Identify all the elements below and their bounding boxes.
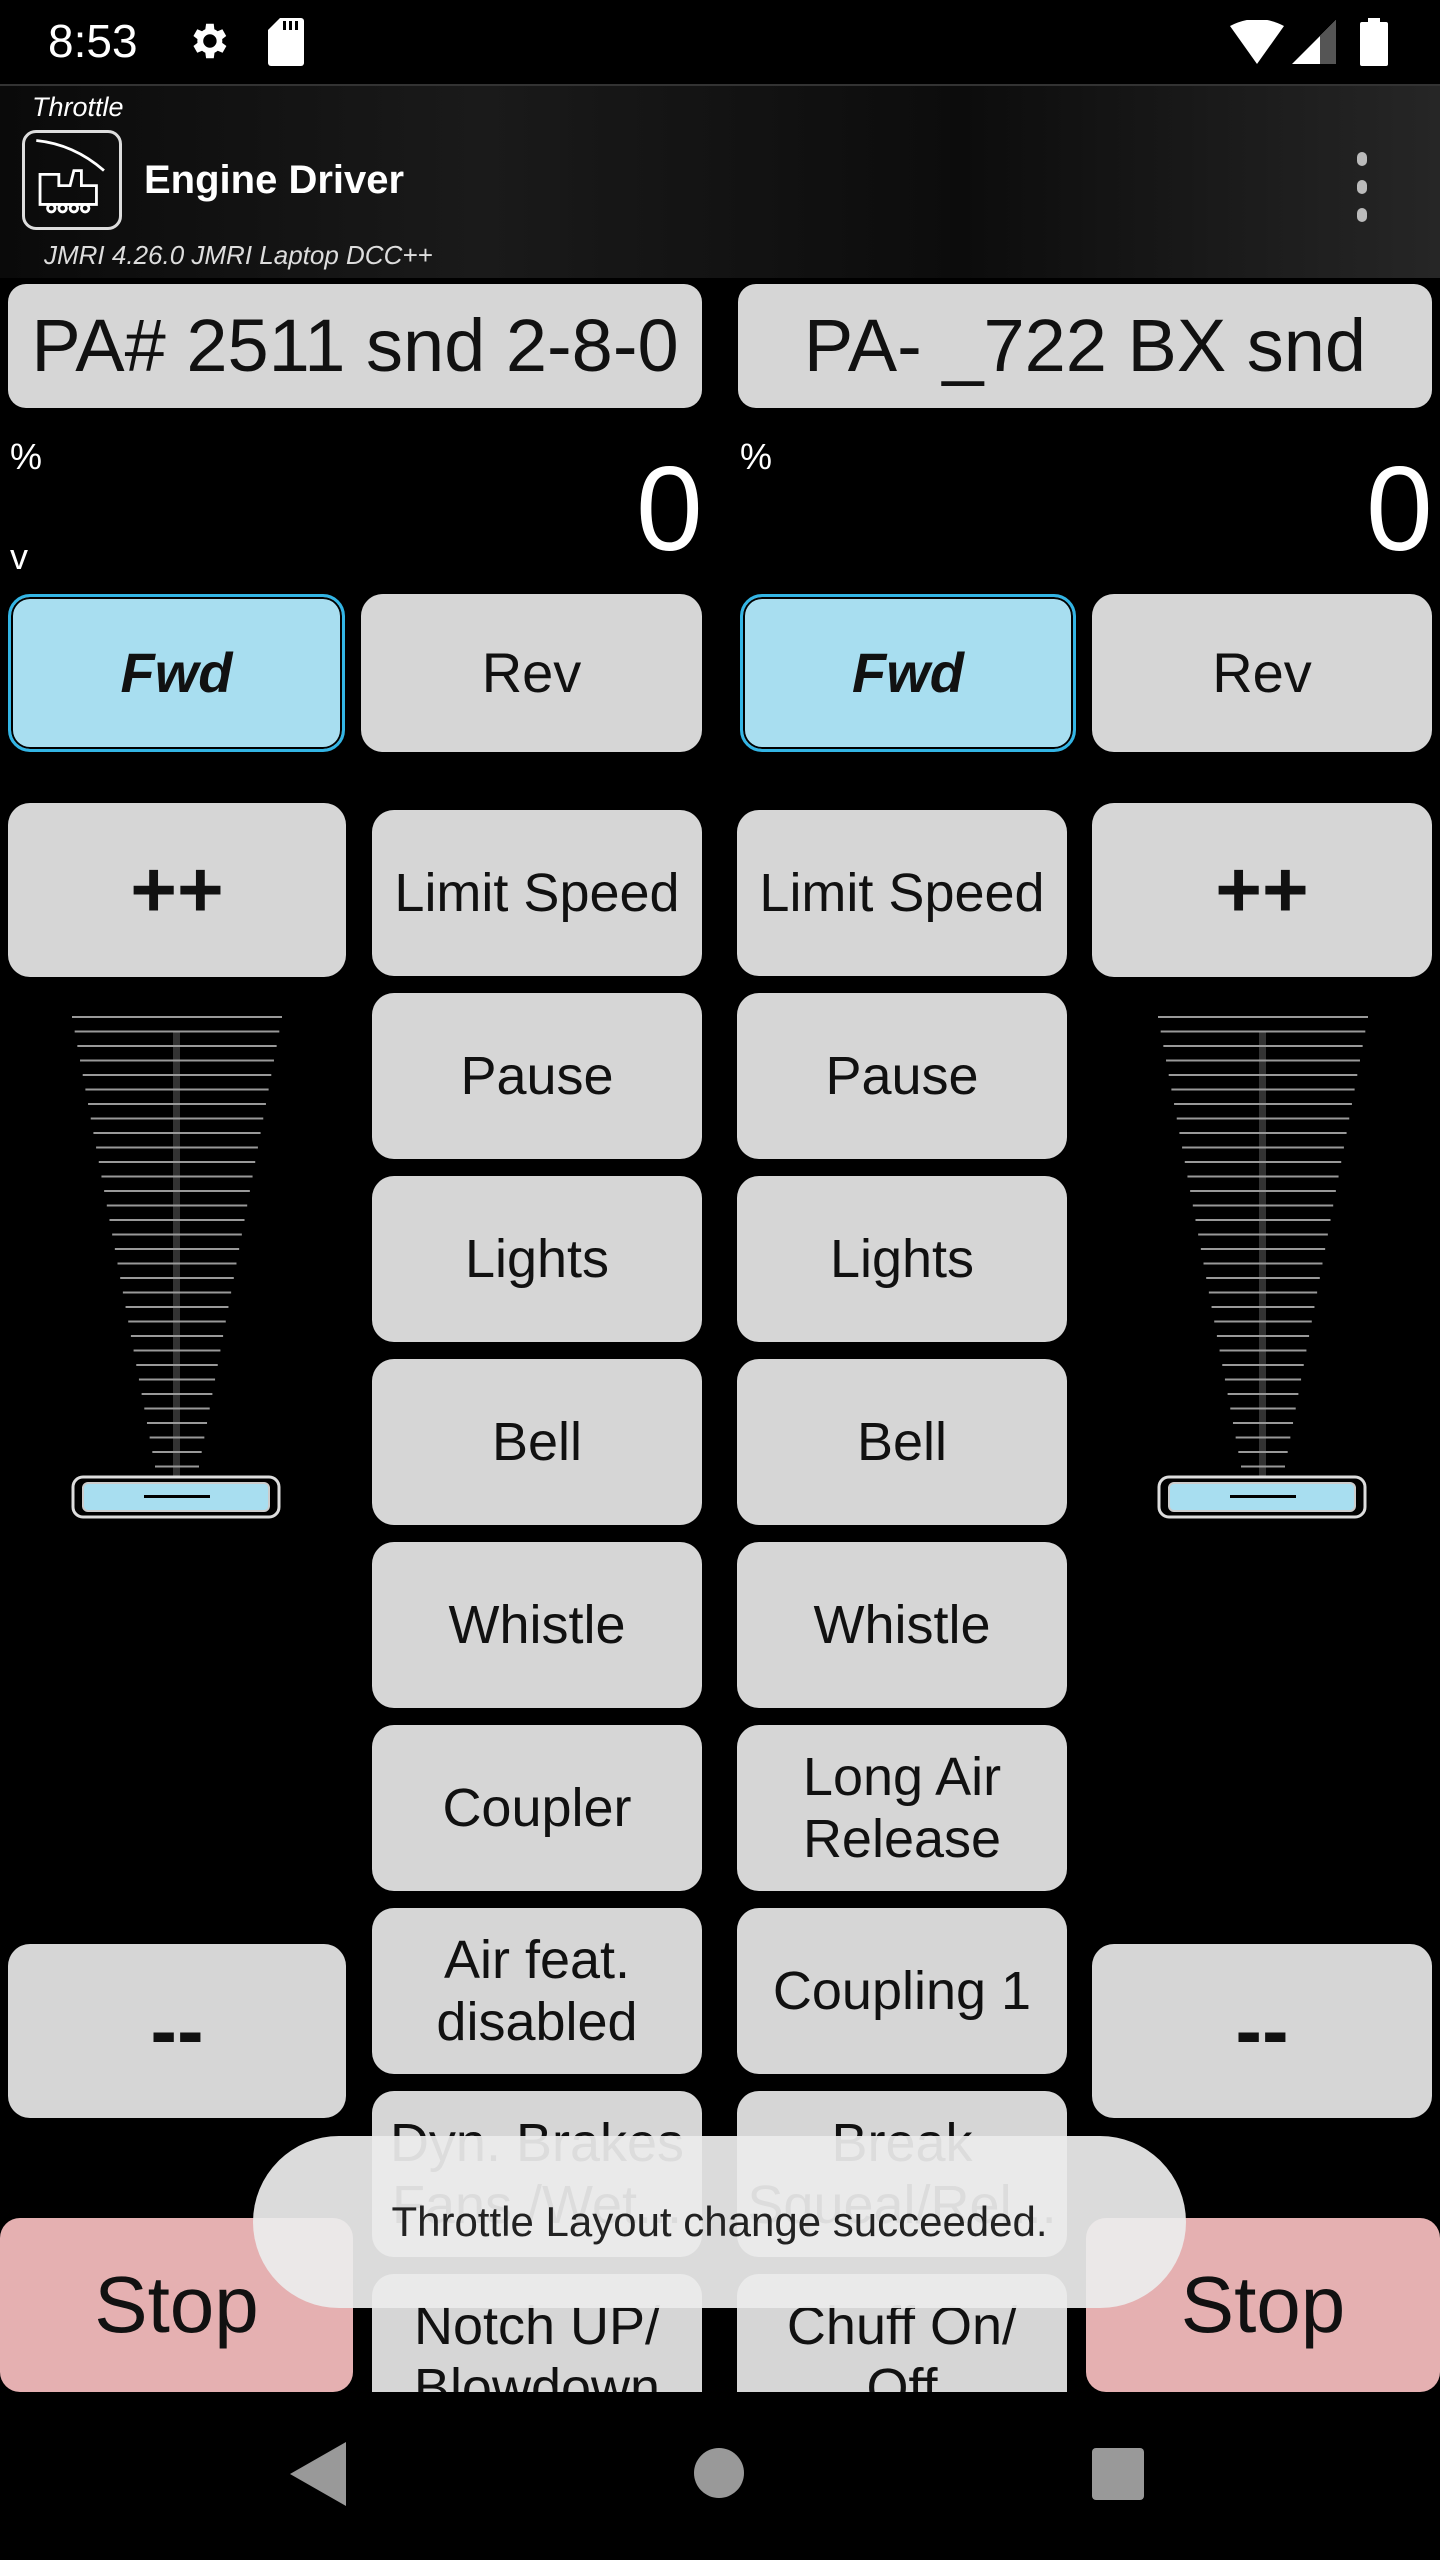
sd-card-icon — [268, 18, 304, 66]
function-button[interactable]: Limit Speed — [737, 810, 1067, 976]
battery-icon — [1360, 18, 1388, 66]
connection-subtitle: JMRI 4.26.0 JMRI Laptop DCC++ — [44, 240, 433, 270]
recents-icon[interactable] — [1092, 2448, 1144, 2500]
overflow-menu-icon[interactable] — [1340, 152, 1384, 222]
home-icon[interactable] — [694, 2448, 744, 2498]
function-button[interactable]: Limit Speed — [372, 810, 702, 976]
function-button[interactable]: Pause — [737, 993, 1067, 1159]
screen-label: Throttle — [32, 92, 124, 122]
app-title: Engine Driver — [144, 158, 405, 202]
speed-value-1: 0 — [636, 442, 703, 576]
function-button[interactable]: Lights — [372, 1176, 702, 1342]
function-button[interactable]: Coupling 1 — [737, 1908, 1067, 2074]
gear-icon — [193, 23, 227, 59]
status-time: 8:53 — [48, 15, 138, 67]
app-logo-icon — [22, 130, 122, 230]
speed-unit-2: % — [740, 436, 773, 477]
speed-step-label-1: v — [10, 536, 28, 577]
function-button[interactable]: Pause — [372, 993, 702, 1159]
loco-select-button-1[interactable]: PA# 2511 snd 2-8-0 — [8, 284, 702, 408]
loco-select-button-2[interactable]: PA- _722 BX snd — [738, 284, 1432, 408]
function-button[interactable]: Bell — [737, 1359, 1067, 1525]
signal-icon — [1292, 20, 1336, 64]
forward-button-1[interactable]: Fwd — [8, 594, 345, 752]
function-button[interactable]: Air feat. disabled — [372, 1908, 702, 2074]
reverse-button-1[interactable]: Rev — [361, 594, 702, 752]
function-button[interactable]: Long Air Release — [737, 1725, 1067, 1891]
reverse-button-2[interactable]: Rev — [1092, 594, 1432, 752]
function-button[interactable]: Bell — [372, 1359, 702, 1525]
function-button[interactable]: Whistle — [737, 1542, 1067, 1708]
function-button[interactable]: Coupler — [372, 1725, 702, 1891]
back-icon[interactable] — [290, 2442, 346, 2506]
speed-value-2: 0 — [1366, 442, 1433, 576]
forward-button-2[interactable]: Fwd — [740, 594, 1076, 752]
toast-message: Throttle Layout change succeeded. — [253, 2136, 1186, 2308]
navigation-bar — [0, 2392, 1440, 2560]
wifi-icon — [1230, 20, 1284, 64]
speed-unit-1: % — [10, 436, 43, 477]
app-bar: Throttle Engine Driver JMRI 4.26.0 JMRI … — [0, 84, 1440, 278]
function-button[interactable]: Lights — [737, 1176, 1067, 1342]
status-bar: 8:53 — [0, 0, 1440, 82]
function-button[interactable]: Whistle — [372, 1542, 702, 1708]
